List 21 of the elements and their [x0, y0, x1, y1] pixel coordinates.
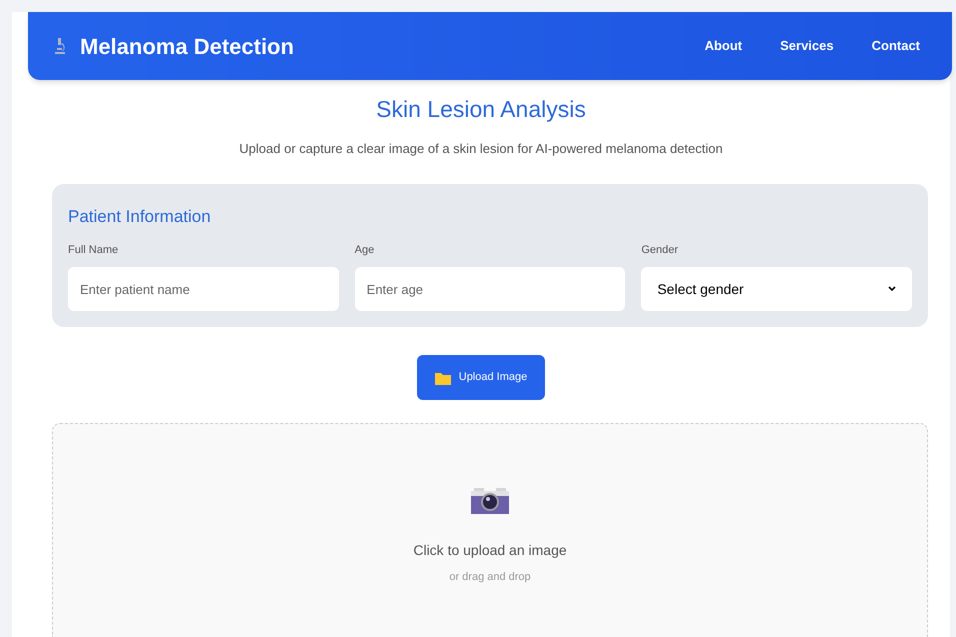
- page-heading: Skin Lesion Analysis: [375, 95, 587, 124]
- input-field[interactable]: Enter patient name: [68, 267, 339, 311]
- field-label: Gender: [641, 242, 680, 258]
- upload-image-button[interactable]: Upload Image: [417, 355, 545, 400]
- gender-dropdown[interactable]: Select gender: [641, 267, 912, 311]
- input-field[interactable]: Enter age: [354, 267, 626, 311]
- dropzone-title: Click to upload an image: [413, 541, 567, 560]
- app-title: Melanoma Detection: [80, 32, 294, 60]
- field-label: Full Name: [68, 242, 120, 258]
- nav-link[interactable]: Services: [780, 36, 834, 56]
- chevron-down-icon: [888, 286, 896, 292]
- microscope-icon: [52, 37, 68, 55]
- dropzone[interactable]: Click to upload an image or drag and drop: [52, 423, 928, 637]
- folder-icon: [434, 370, 451, 384]
- nav-link[interactable]: About: [704, 36, 742, 56]
- nav-link[interactable]: Contact: [872, 36, 920, 56]
- camera-icon: [471, 488, 509, 516]
- page-subtitle: Upload or capture a clear image of a skin lesion for AI-powered melanoma detection: [238, 140, 724, 158]
- field-label: Age: [354, 242, 376, 258]
- dropzone-hint: or drag and drop: [449, 570, 531, 585]
- section-title: Patient Information: [68, 206, 212, 228]
